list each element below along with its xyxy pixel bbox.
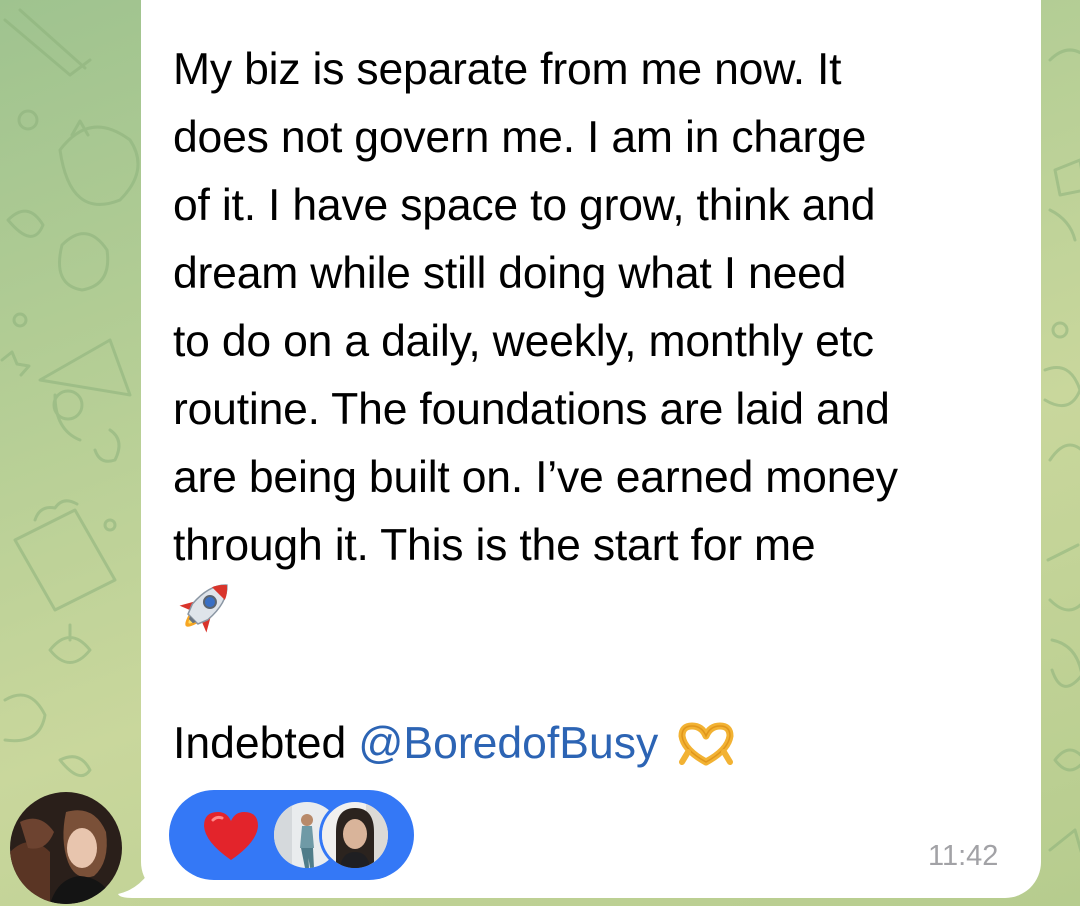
signoff-text: Indebted: [173, 719, 347, 768]
heart-hands-icon: [678, 722, 734, 766]
rocket-icon: [179, 584, 228, 633]
red-heart-icon: [204, 812, 258, 860]
mention-link[interactable]: @BoredofBusy: [358, 712, 658, 776]
reaction-pill[interactable]: [169, 790, 414, 880]
message-time: 11:42: [928, 840, 999, 872]
sender-avatar[interactable]: [10, 792, 122, 904]
reactor-avatar[interactable]: [319, 799, 391, 871]
signoff-line: Indebted @BoredofBusy: [173, 712, 736, 776]
message-text: My biz is separate from me now. It does …: [173, 45, 898, 570]
